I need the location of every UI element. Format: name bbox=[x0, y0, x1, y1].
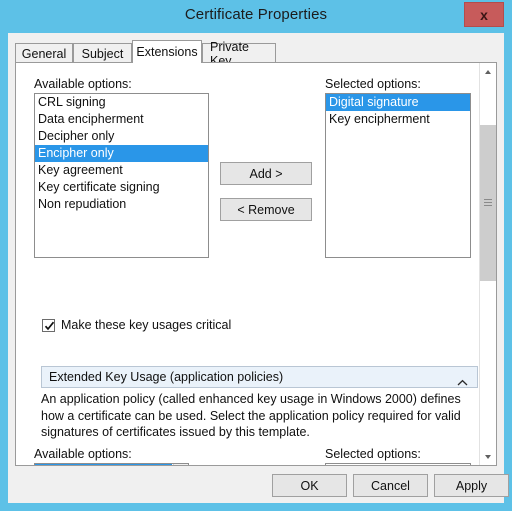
key-usage-available-rows: CRL signing Data encipherment Decipher o… bbox=[35, 94, 208, 213]
page-scrollbar-thumb[interactable] bbox=[480, 125, 496, 281]
list-item[interactable]: Key agreement bbox=[35, 162, 208, 179]
tab-subject[interactable]: Subject bbox=[73, 43, 132, 63]
eku-selected-label: Selected options: bbox=[325, 447, 421, 461]
remove-key-usage-button[interactable]: < Remove bbox=[220, 198, 312, 221]
list-item[interactable]: Decipher only bbox=[35, 128, 208, 145]
cancel-button[interactable]: Cancel bbox=[353, 474, 428, 497]
key-usage-selected-list[interactable]: Digital signature Key encipherment bbox=[325, 93, 471, 258]
dialog-client-area: General Subject Extensions Private Key A… bbox=[8, 33, 509, 503]
remove-key-usage-label: < Remove bbox=[237, 202, 295, 217]
eku-available-label: Available options: bbox=[34, 447, 132, 461]
list-item[interactable]: Digital signature bbox=[326, 94, 470, 111]
close-button[interactable]: x bbox=[464, 2, 504, 27]
apply-button[interactable]: Apply bbox=[434, 474, 509, 497]
list-item[interactable]: Encipher only bbox=[35, 145, 208, 162]
list-item[interactable]: CRL signing bbox=[35, 94, 208, 111]
extended-key-usage-description: An application policy (called enhanced k… bbox=[41, 392, 461, 439]
title-bar: Certificate Properties x bbox=[0, 0, 512, 33]
page-scroll-down-button[interactable] bbox=[480, 448, 496, 465]
list-item[interactable]: Non repudiation bbox=[35, 196, 208, 213]
key-usage-available-label: Available options: bbox=[34, 77, 132, 91]
list-item[interactable]: Data encipherment bbox=[35, 111, 208, 128]
check-icon bbox=[44, 321, 55, 330]
tab-extensions[interactable]: Extensions bbox=[132, 40, 202, 63]
certificate-properties-window: Certificate Properties x General Subject… bbox=[0, 0, 512, 511]
tab-general[interactable]: General bbox=[15, 43, 73, 63]
cancel-label: Cancel bbox=[371, 478, 410, 493]
arrow-up-icon bbox=[485, 69, 491, 74]
apply-label: Apply bbox=[455, 478, 488, 493]
add-key-usage-button[interactable]: Add > bbox=[220, 162, 312, 185]
list-item[interactable]: Key encipherment bbox=[326, 111, 470, 128]
dialog-footer: OK Cancel Apply bbox=[8, 466, 509, 503]
make-key-usages-critical-checkbox[interactable]: Make these key usages critical bbox=[42, 318, 231, 332]
ok-button[interactable]: OK bbox=[272, 474, 347, 497]
tab-extensions-label: Extensions bbox=[136, 45, 198, 59]
key-usage-selected-rows: Digital signature Key encipherment bbox=[326, 94, 470, 128]
extended-key-usage-combo[interactable]: Extended Key Usage (application policies… bbox=[41, 366, 478, 388]
arrow-down-icon bbox=[485, 454, 491, 459]
extensions-page: Available options: Encipher only CRL sig… bbox=[15, 62, 497, 466]
close-icon: x bbox=[480, 6, 488, 23]
window-title: Certificate Properties bbox=[184, 6, 328, 23]
key-usage-available-list[interactable]: Encipher only CRL signing Data encipherm… bbox=[34, 93, 209, 258]
key-usage-selected-label: Selected options: bbox=[325, 77, 421, 91]
page-scroll-up-button[interactable] bbox=[480, 63, 496, 80]
tab-private-key[interactable]: Private Key bbox=[202, 40, 276, 68]
tab-general-label: General bbox=[21, 46, 67, 61]
page-scrollbar[interactable] bbox=[479, 63, 496, 465]
checkbox-box bbox=[42, 318, 55, 332]
add-key-usage-label: Add > bbox=[249, 166, 283, 181]
ok-label: OK bbox=[300, 478, 319, 493]
tab-subject-label: Subject bbox=[81, 46, 124, 61]
list-item[interactable]: Key certificate signing bbox=[35, 179, 208, 196]
checkbox-label: Make these key usages critical bbox=[61, 318, 232, 332]
grip-icon bbox=[484, 199, 492, 208]
chevron-up-icon bbox=[457, 374, 468, 392]
tab-strip: General Subject Extensions Private Key bbox=[15, 40, 497, 68]
extended-key-usage-combo-value: Extended Key Usage (application policies… bbox=[49, 370, 284, 384]
